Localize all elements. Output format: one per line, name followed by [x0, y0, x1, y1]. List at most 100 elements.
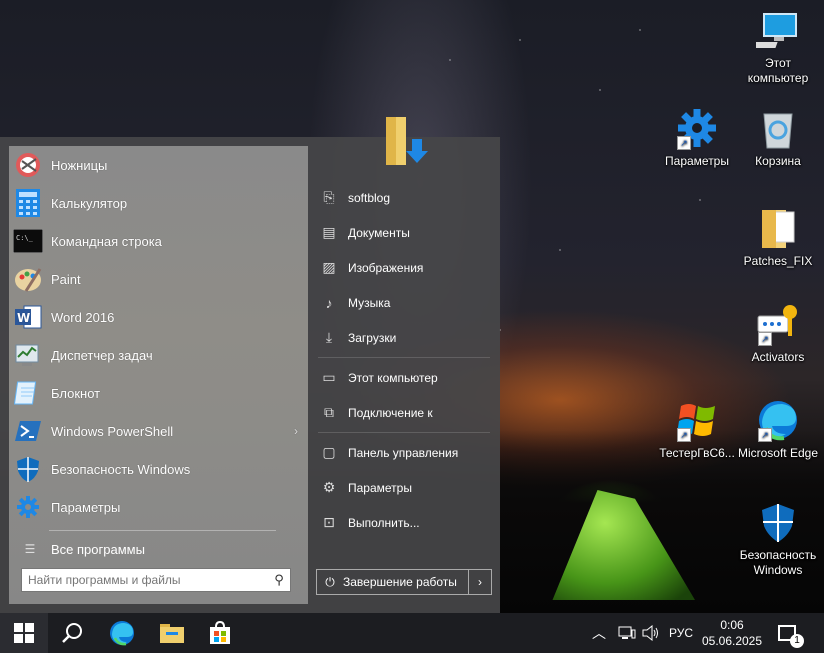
shutdown-options-chevron-icon[interactable]: › [468, 570, 491, 594]
place-item-documents[interactable]: ▤ Документы [308, 215, 500, 250]
shortcut-arrow-icon: ↗ [677, 136, 691, 150]
clock[interactable]: 0:06 05.06.2025 [700, 617, 764, 649]
taskbar-store-button[interactable] [196, 613, 244, 653]
shutdown-button[interactable]: Завершение работы [343, 575, 468, 589]
taskbar-search-button[interactable] [48, 613, 96, 653]
app-item-label: Командная строка [51, 233, 162, 249]
folder-icon [160, 624, 184, 643]
taskbar-edge-button[interactable] [98, 613, 146, 653]
document-icon: ▤ [322, 224, 336, 240]
desktop-icon-edge[interactable]: ↗ Microsoft Edge [736, 398, 820, 461]
desktop-icon-label: ТестерГвС6... [659, 446, 735, 460]
language-indicator[interactable]: РУС [669, 613, 693, 653]
language-label: РУС [669, 626, 694, 640]
computer-icon: ▭ [322, 369, 336, 385]
app-item-word[interactable]: W Word 2016 [9, 298, 308, 336]
place-item-label: Параметры [348, 480, 412, 495]
run-icon: ⊡ [323, 514, 335, 530]
powershell-icon [13, 416, 43, 446]
power-icon[interactable]: ⏻ [317, 575, 343, 590]
image-icon: ▨ [322, 259, 336, 275]
place-item-pictures[interactable]: ▨ Изображения [308, 250, 500, 285]
app-item-powershell[interactable]: Windows PowerShell › [9, 412, 308, 450]
app-item-label: Диспетчер задач [51, 347, 153, 363]
desktop-icon-label: Этот компьютер [747, 56, 809, 85]
search-icon [62, 623, 82, 643]
app-item-label: Калькулятор [51, 195, 128, 211]
taskbar-explorer-button[interactable] [148, 613, 196, 653]
action-center-button[interactable]: 1 [772, 613, 804, 653]
word-icon: W [13, 302, 43, 332]
taskbar: ︿ РУС 0:06 05.06.2025 1 [0, 613, 824, 653]
desktop-icon-tester[interactable]: ↗ ТестерГвС6... [655, 398, 739, 461]
desktop-icon-patches-fix[interactable]: Patches_FIX [736, 206, 820, 269]
computer-icon [745, 8, 800, 52]
separator [318, 357, 490, 358]
all-programs-button[interactable]: ☰ Все программы [9, 535, 308, 563]
app-item-label: Блокнот [51, 385, 101, 401]
desktop-icon-settings[interactable]: ↗ Параметры [655, 106, 739, 169]
search-icon[interactable]: ⚲ [268, 569, 290, 591]
notepad-icon [13, 378, 43, 408]
desktop-icon-windows-security[interactable]: Безопасность Windows [736, 500, 820, 578]
network-icon[interactable] [618, 613, 636, 653]
desktop-icon-activators[interactable]: ↗ Activators [736, 302, 820, 365]
search-box[interactable]: ⚲ [21, 568, 291, 592]
desktop-icon-label: Параметры [665, 154, 729, 168]
desktop-icon-this-pc[interactable]: Этот компьютер [736, 8, 820, 86]
shortcut-arrow-icon: ↗ [758, 332, 772, 346]
desktop-icon-label: Patches_FIX [743, 254, 813, 268]
volume-icon[interactable] [642, 613, 660, 653]
terminal-icon: C:\_ [13, 226, 43, 256]
start-menu-places-pane: ⎘ softblog ▤ Документы ▨ Изображения ♪ М… [308, 117, 500, 613]
chevron-right-icon[interactable]: › [294, 424, 298, 438]
desktop-icon-label: Activators [751, 350, 805, 364]
control-panel-icon: ▢ [322, 444, 336, 460]
app-item-notepad[interactable]: Блокнот [9, 374, 308, 412]
place-item-this-pc[interactable]: ▭ Этот компьютер [308, 360, 500, 395]
place-item-run[interactable]: ⊡ Выполнить... [308, 505, 500, 540]
app-item-windows-security[interactable]: Безопасность Windows [9, 450, 308, 488]
app-item-paint[interactable]: Paint [9, 260, 308, 298]
start-menu: Ножницы Калькулятор C:\_ Командная строк… [0, 117, 500, 613]
separator [318, 432, 490, 433]
place-item-softblog[interactable]: ⎘ softblog [308, 180, 500, 215]
desktop-icon-label: Microsoft Edge [737, 446, 819, 460]
shortcut-arrow-icon: ↗ [677, 428, 691, 442]
place-item-music[interactable]: ♪ Музыка [308, 285, 500, 320]
place-item-control-panel[interactable]: ▢ Панель управления [308, 435, 500, 470]
place-item-downloads[interactable]: ⤓ Загрузки [308, 320, 500, 355]
gear-icon: ⚙ [322, 479, 336, 495]
app-item-settings[interactable]: Параметры [9, 488, 308, 526]
key-icon: ↗ [756, 302, 800, 346]
app-item-calculator[interactable]: Калькулятор [9, 184, 308, 222]
gear-icon [13, 492, 43, 522]
shutdown-button-group: ⏻ Завершение работы › [316, 569, 492, 595]
place-item-connect-to[interactable]: ⧉ Подключение к [308, 395, 500, 430]
search-input[interactable] [22, 572, 268, 588]
place-item-label: Панель управления [348, 445, 459, 460]
app-item-task-manager[interactable]: Диспетчер задач [9, 336, 308, 374]
start-button[interactable] [0, 613, 48, 653]
user-folder-icon[interactable] [382, 115, 434, 171]
tray-overflow-chevron-icon[interactable]: ︿ [592, 613, 606, 653]
notification-badge: 1 [790, 634, 804, 648]
app-item-label: Paint [51, 271, 81, 287]
place-item-label: Этот компьютер [348, 370, 438, 385]
app-item-label: Параметры [51, 499, 121, 515]
clock-date: 05.06.2025 [701, 634, 763, 648]
desktop-icon-label: Безопасность Windows [739, 548, 817, 577]
place-item-label: Загрузки [348, 330, 397, 345]
place-item-settings[interactable]: ⚙ Параметры [308, 470, 500, 505]
app-item-command-prompt[interactable]: C:\_ Командная строка [9, 222, 308, 260]
windows-start-icon [14, 623, 34, 643]
svg-text:W: W [17, 311, 30, 325]
app-item-snipping-tool[interactable]: Ножницы [9, 146, 308, 184]
task-manager-icon [13, 340, 43, 370]
paint-icon [13, 264, 43, 294]
desktop-icon-recycle-bin[interactable]: Корзина [736, 106, 820, 169]
start-menu-apps-pane: Ножницы Калькулятор C:\_ Командная строк… [9, 146, 308, 604]
connect-icon: ⧉ [324, 404, 334, 420]
place-item-label: softblog [348, 190, 391, 205]
app-item-label: Word 2016 [51, 309, 115, 325]
